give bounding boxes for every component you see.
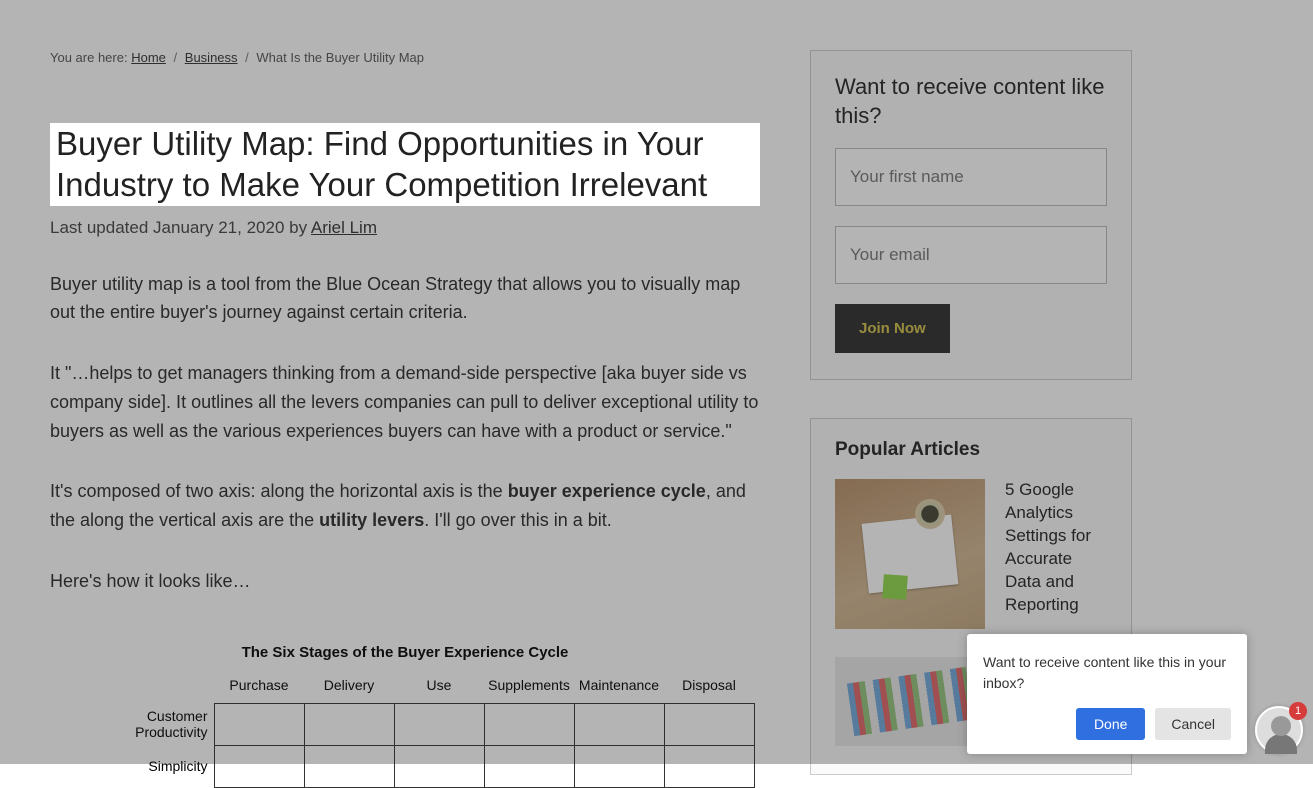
paragraph: It's composed of two axis: along the hor…: [50, 477, 760, 535]
email-field[interactable]: [835, 226, 1107, 284]
page-title: Buyer Utility Map: Find Opportunities in…: [56, 123, 754, 206]
newsletter-heading: Want to receive content like this?: [835, 73, 1107, 130]
chart-row-label: Simplicity: [124, 745, 214, 787]
text-bold: buyer experience cycle: [508, 481, 706, 501]
paragraph: It "…helps to get managers thinking from…: [50, 359, 760, 445]
text-bold: utility levers: [319, 510, 424, 530]
breadcrumb: You are here: Home / Business / What Is …: [50, 50, 760, 65]
breadcrumb-current: What Is the Buyer Utility Map: [256, 50, 424, 65]
toast-box: Want to receive content like this in you…: [967, 634, 1247, 754]
chart-row-label: Customer Productivity: [124, 703, 214, 745]
chart-title: The Six Stages of the Buyer Experience C…: [50, 644, 760, 661]
paragraph: Here's how it looks like…: [50, 567, 760, 596]
paragraph: Buyer utility map is a tool from the Blu…: [50, 270, 760, 328]
chart-col: Delivery: [304, 671, 394, 704]
title-highlight: Buyer Utility Map: Find Opportunities in…: [50, 123, 760, 206]
main-column: You are here: Home / Business / What Is …: [50, 50, 760, 764]
chart-col: Disposal: [664, 671, 754, 704]
join-now-button[interactable]: Join Now: [835, 304, 950, 353]
chart-table: Purchase Delivery Use Supplements Mainte…: [124, 671, 755, 788]
chart-header-row: Purchase Delivery Use Supplements Mainte…: [124, 671, 754, 704]
newsletter-card: Want to receive content like this? Join …: [810, 50, 1132, 380]
first-name-field[interactable]: [835, 148, 1107, 206]
breadcrumb-sep: /: [170, 50, 182, 65]
chart-row: Customer Productivity: [124, 703, 754, 745]
cancel-button[interactable]: Cancel: [1155, 708, 1231, 740]
author-link[interactable]: Ariel Lim: [311, 218, 377, 237]
chart-col: Use: [394, 671, 484, 704]
buyer-utility-chart: The Six Stages of the Buyer Experience C…: [50, 644, 760, 788]
article: Buyer Utility Map: Find Opportunities in…: [50, 123, 760, 788]
text: It's composed of two axis: along the hor…: [50, 481, 508, 501]
breadcrumb-prefix: You are here:: [50, 50, 128, 65]
chart-col: Purchase: [214, 671, 304, 704]
article-thumbnail: [835, 657, 985, 746]
breadcrumb-business[interactable]: Business: [185, 50, 238, 65]
article-thumbnail: [835, 479, 985, 629]
done-button[interactable]: Done: [1076, 708, 1145, 740]
chart-col: Supplements: [484, 671, 574, 704]
popular-heading: Popular Articles: [835, 439, 1107, 461]
breadcrumb-home[interactable]: Home: [131, 50, 166, 65]
text: . I'll go over this in a bit.: [424, 510, 612, 530]
avatar-wrap[interactable]: 1: [1255, 706, 1303, 754]
chart-col: Maintenance: [574, 671, 664, 704]
meta-prefix: Last updated January 21, 2020 by: [50, 218, 311, 237]
list-item[interactable]: 5 Google Analytics Settings for Accurate…: [835, 479, 1107, 629]
chart-row: Simplicity: [124, 745, 754, 787]
newsletter-toast: Want to receive content like this in you…: [967, 634, 1303, 754]
toast-text: Want to receive content like this in you…: [983, 652, 1231, 694]
notification-badge: 1: [1289, 702, 1307, 720]
article-meta: Last updated January 21, 2020 by Ariel L…: [50, 218, 760, 238]
article-title: 5 Google Analytics Settings for Accurate…: [1005, 479, 1107, 629]
breadcrumb-sep: /: [241, 50, 253, 65]
